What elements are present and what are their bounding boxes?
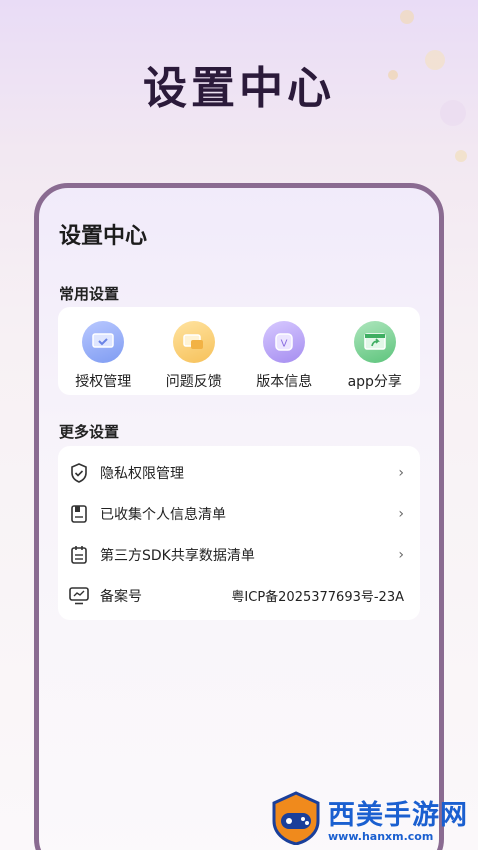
personal-info-list-label: 已收集个人信息清单 (100, 506, 226, 523)
feedback-icon (172, 321, 215, 363)
chevron-right-icon: › (398, 546, 404, 563)
privacy-permission-label: 隐私权限管理 (100, 465, 184, 482)
auth-manage-tile[interactable]: 授权管理 (62, 321, 144, 395)
chevron-right-icon: › (398, 505, 404, 522)
hero-title: 设置中心 (143, 63, 335, 114)
auth-manage-label: 授权管理 (75, 374, 132, 390)
third-party-sdk-row[interactable]: 第三方SDK共享数据清单 › (68, 534, 404, 575)
feedback-tile[interactable]: 问题反馈 (153, 321, 235, 395)
shield-icon (68, 462, 90, 484)
version-info-tile[interactable]: V 版本信息 (243, 321, 325, 395)
book-icon (68, 503, 90, 525)
privacy-permission-row[interactable]: 隐私权限管理 › (68, 452, 404, 493)
watermark-site-name: 西美手游网 (328, 800, 468, 831)
more-settings-label: 更多设置 (59, 423, 120, 441)
watermark-logo-icon (270, 791, 322, 846)
phone-frame: 设置中心 常用设置 授权管理 问题反馈 V 版本信息 app分享 更多设置 隐私… (34, 183, 444, 850)
icp-record-row: 备案号 粤ICP备2025377693号-23A (68, 575, 404, 616)
site-watermark: 西美手游网 www.hanxm.com (270, 788, 470, 848)
monitor-icon (68, 585, 90, 607)
common-settings-label: 常用设置 (59, 285, 120, 303)
background-petal (455, 150, 467, 162)
feedback-label: 问题反馈 (165, 374, 222, 390)
auth-icon (82, 321, 125, 363)
icp-record-label: 备案号 (100, 588, 142, 605)
background-petal (400, 10, 414, 24)
version-icon: V (263, 321, 306, 363)
common-settings-card: 授权管理 问题反馈 V 版本信息 app分享 (58, 307, 420, 395)
app-share-label: app分享 (347, 374, 402, 390)
personal-info-list-row[interactable]: 已收集个人信息清单 › (68, 493, 404, 534)
third-party-sdk-label: 第三方SDK共享数据清单 (100, 547, 255, 564)
icp-record-value: 粤ICP备2025377693号-23A (231, 590, 404, 605)
chevron-right-icon: › (398, 464, 404, 481)
share-icon (353, 321, 396, 363)
more-settings-card: 隐私权限管理 › 已收集个人信息清单 › 第三方SDK共享数据清单 › 备案号 … (58, 446, 420, 620)
page-title: 设置中心 (59, 224, 148, 249)
version-info-label: 版本信息 (256, 374, 313, 390)
watermark-site-url: www.hanxm.com (328, 830, 434, 843)
app-share-tile[interactable]: app分享 (334, 321, 416, 395)
svg-text:V: V (281, 339, 288, 350)
calendar-list-icon (68, 544, 90, 566)
